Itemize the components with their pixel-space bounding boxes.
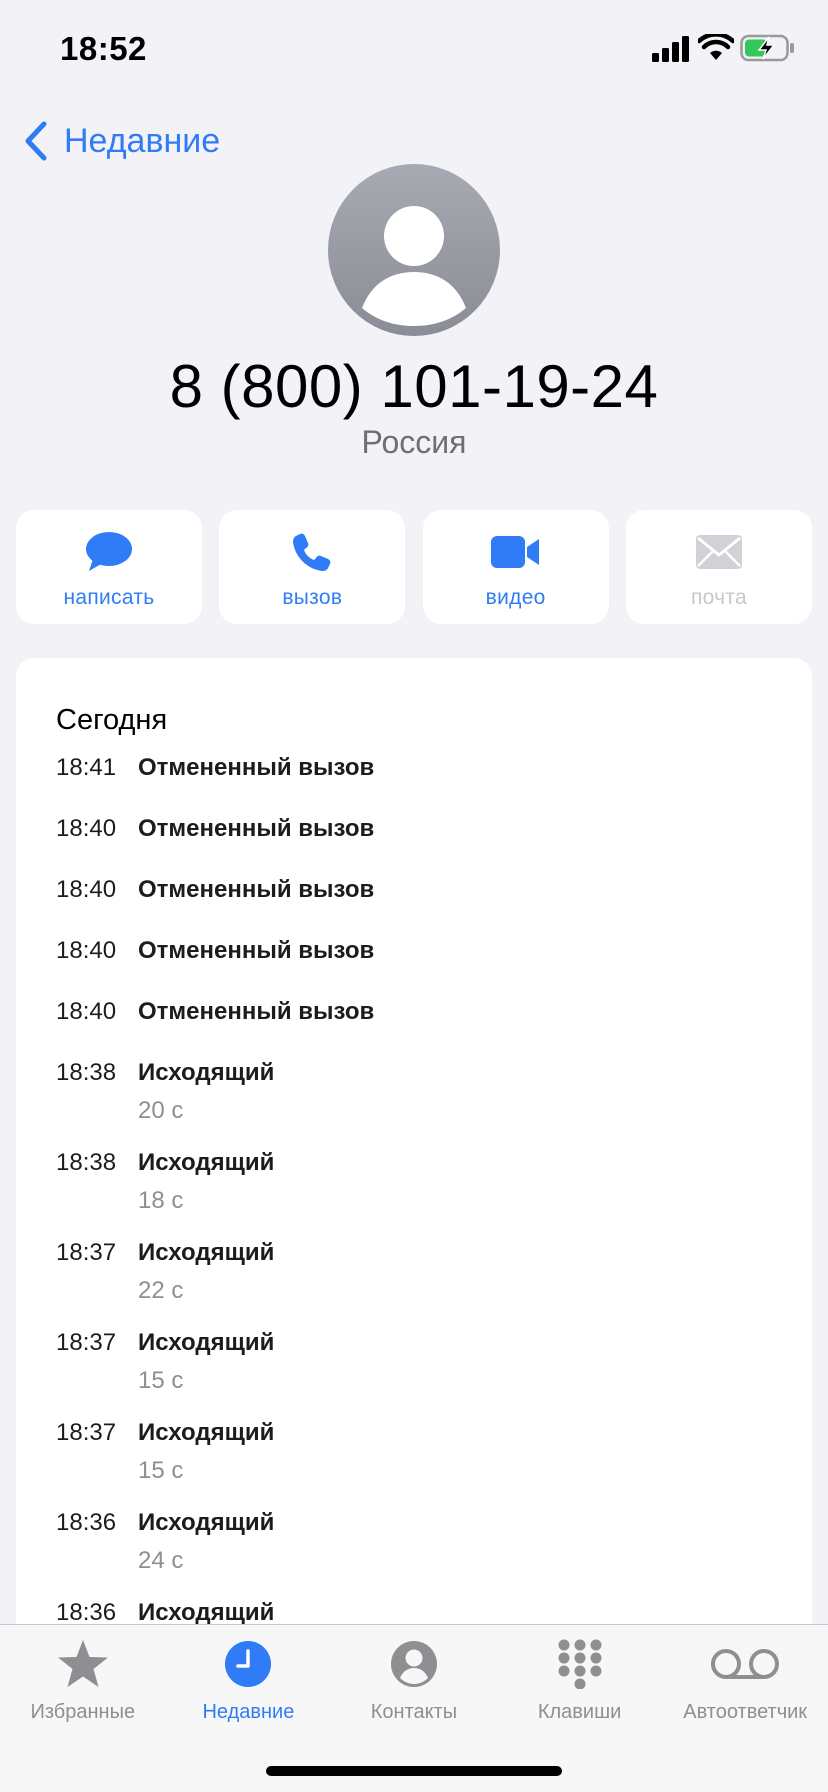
back-label: Недавние [64, 121, 221, 160]
contact-avatar [328, 164, 500, 336]
list-item: 18:40 Отмененный вызов [56, 876, 776, 937]
call-time: 18:36 [56, 1509, 117, 1536]
contact-actions: написать вызов видео почта [16, 510, 812, 624]
contact-details-screen: 18:52 Недавние 8 (800) 101-19-24 Россия … [0, 0, 828, 1792]
call-duration: 15 с [138, 1367, 184, 1394]
call-history-list: 18:41 Отмененный вызов 18:40 Отмененный … [56, 754, 776, 1689]
message-button[interactable]: написать [16, 510, 202, 624]
call-type: Отмененный вызов [138, 876, 375, 903]
call-type: Исходящий [138, 1599, 275, 1626]
message-label: написать [63, 586, 155, 609]
call-time: 18:40 [56, 998, 117, 1025]
tab-label: Избранные [30, 1701, 136, 1723]
phone-country: Россия [361, 424, 467, 460]
status-time: 18:52 [60, 30, 147, 67]
list-item: 18:40 Отмененный вызов [56, 937, 776, 998]
call-type: Отмененный вызов [138, 815, 375, 842]
call-type: Исходящий [138, 1419, 275, 1446]
call-type: Отмененный вызов [138, 937, 375, 964]
voicemail-icon [711, 1649, 780, 1679]
person-icon [390, 1641, 437, 1687]
call-time: 18:38 [56, 1059, 117, 1086]
video-icon [490, 536, 539, 568]
mail-button[interactable]: почта [625, 510, 812, 624]
phone-icon [293, 533, 331, 571]
mail-label: почта [690, 586, 748, 609]
cellular-signal-icon [652, 36, 689, 62]
call-time: 18:37 [56, 1239, 117, 1266]
list-item: 18:40 Отмененный вызов [56, 998, 776, 1059]
phone-number: 8 (800) 101-19-24 [169, 353, 659, 420]
home-indicator[interactable] [266, 1766, 562, 1776]
list-item: 18:37 Исходящий 15 с [56, 1329, 776, 1419]
list-item: 18:38 Исходящий 20 с [56, 1059, 776, 1149]
call-history-card: Сегодня 18:41 Отмененный вызов 18:40 Отм… [16, 658, 812, 1792]
tab-voicemail[interactable]: Автоответчик [662, 1625, 828, 1792]
call-type: Отмененный вызов [138, 998, 375, 1025]
call-time: 18:37 [56, 1419, 117, 1446]
video-button[interactable]: видео [422, 510, 609, 624]
tab-label: Автоответчик [683, 1701, 808, 1723]
tab-label: Недавние [202, 1701, 295, 1723]
tab-favorites[interactable]: Избранные [0, 1625, 166, 1792]
status-bar: 18:52 [0, 0, 828, 100]
call-duration: 18 с [138, 1187, 184, 1214]
wifi-icon [698, 34, 734, 60]
battery-charging-icon [740, 34, 794, 62]
keypad-icon [558, 1639, 602, 1689]
call-type: Отмененный вызов [138, 754, 375, 781]
call-time: 18:36 [56, 1599, 117, 1626]
call-type: Исходящий [138, 1329, 275, 1356]
message-icon [86, 532, 132, 571]
list-item: 18:38 Исходящий 18 с [56, 1149, 776, 1239]
call-time: 18:38 [56, 1149, 117, 1176]
list-item: 18:37 Исходящий 22 с [56, 1239, 776, 1329]
tab-label: Контакты [370, 1701, 458, 1723]
call-type: Исходящий [138, 1059, 275, 1086]
list-item: 18:40 Отмененный вызов [56, 815, 776, 876]
tab-label: Клавиши [537, 1701, 622, 1723]
call-type: Исходящий [138, 1149, 275, 1176]
call-time: 18:40 [56, 937, 117, 964]
call-type: Исходящий [138, 1239, 275, 1266]
call-time: 18:40 [56, 815, 117, 842]
star-icon [57, 1640, 108, 1687]
call-time: 18:41 [56, 754, 117, 781]
mail-icon [695, 535, 742, 569]
call-type: Исходящий [138, 1509, 275, 1536]
call-duration: 22 с [138, 1277, 184, 1304]
call-time: 18:37 [56, 1329, 117, 1356]
list-item: 18:41 Отмененный вызов [56, 754, 776, 815]
call-duration: 24 с [138, 1547, 184, 1574]
call-duration: 15 с [138, 1457, 184, 1484]
list-item: 18:36 Исходящий 24 с [56, 1509, 776, 1599]
call-duration: 20 с [138, 1097, 184, 1124]
clock-icon [225, 1641, 272, 1687]
section-title: Сегодня [56, 704, 168, 736]
call-button[interactable]: вызов [219, 510, 406, 624]
list-item: 18:37 Исходящий 15 с [56, 1419, 776, 1509]
call-time: 18:40 [56, 876, 117, 903]
video-label: видео [485, 586, 546, 609]
chevron-left-icon [25, 121, 47, 161]
person-silhouette-icon [362, 206, 466, 326]
back-button[interactable]: Недавние [22, 118, 220, 164]
call-label: вызов [282, 586, 343, 609]
